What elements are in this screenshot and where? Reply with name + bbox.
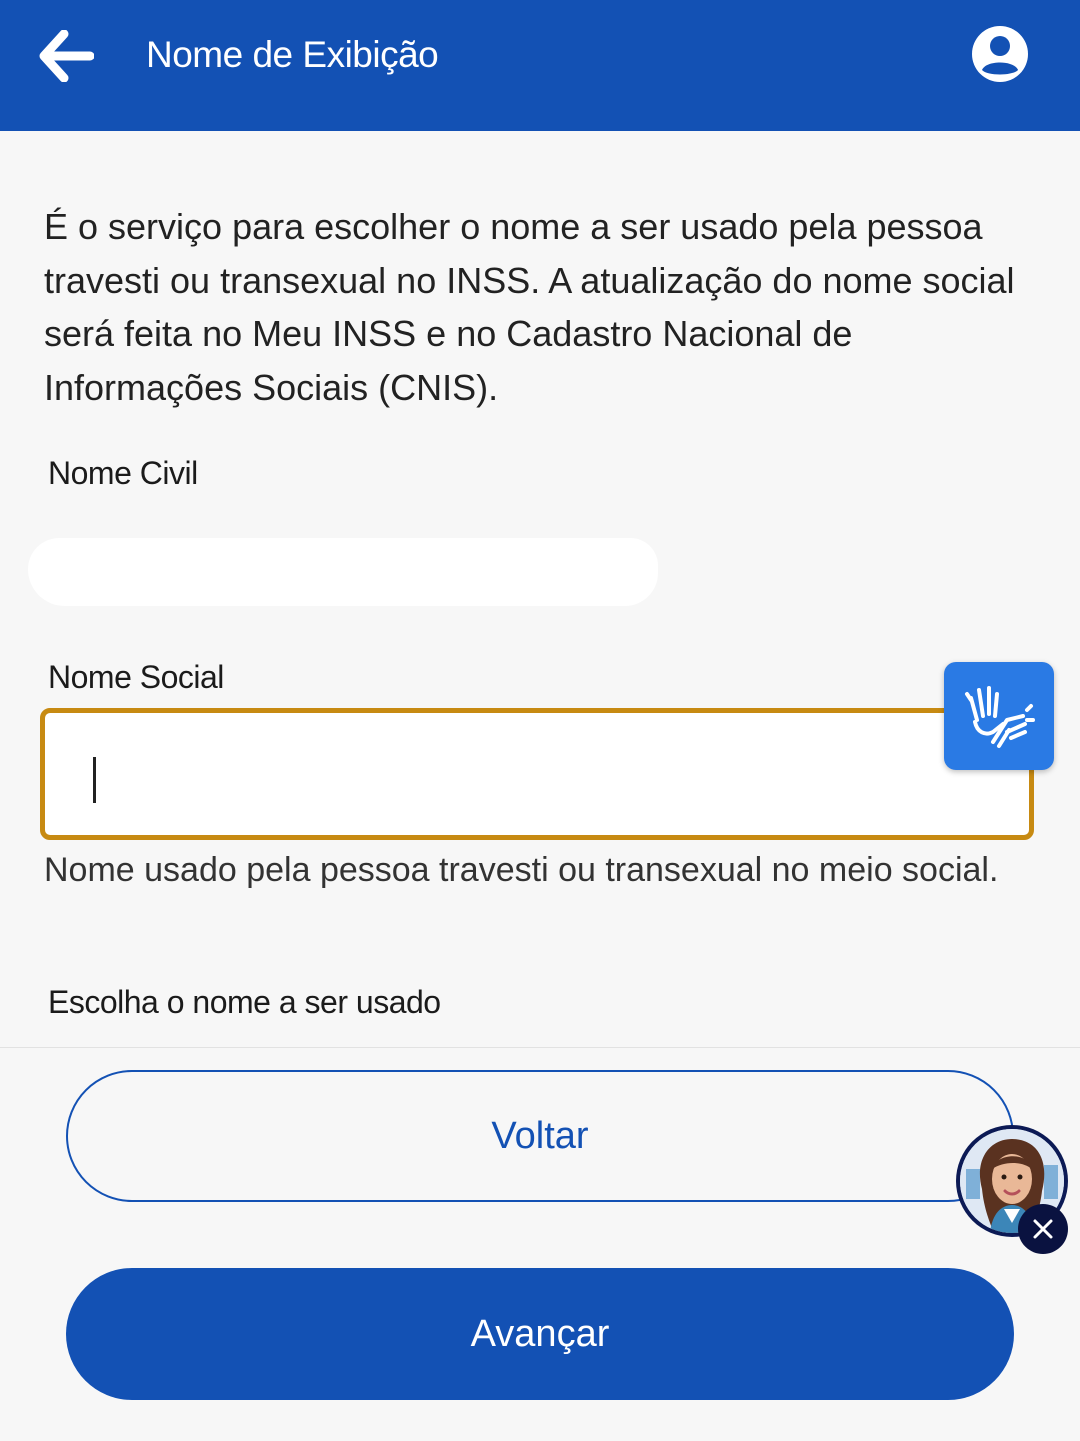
sign-language-hands-icon <box>965 686 1035 748</box>
page-title: Nome de Exibição <box>146 34 439 75</box>
service-description: É o serviço para escolher o nome a ser u… <box>44 206 1015 408</box>
app-screen: Nome de Exibição É o serviço para escolh… <box>0 0 1080 1441</box>
social-name-helper-text: Nome usado pela pessoa travesti ou trans… <box>44 851 999 889</box>
back-button[interactable] <box>30 20 102 92</box>
social-name-label: Nome Social <box>48 659 224 695</box>
assistant-close-button[interactable] <box>1018 1204 1068 1254</box>
libras-accessibility-button[interactable] <box>944 662 1054 770</box>
back-action-button[interactable]: Voltar <box>66 1070 1014 1202</box>
next-action-button[interactable]: Avançar <box>66 1268 1014 1400</box>
social-name-input[interactable] <box>40 708 1034 840</box>
civil-name-label: Nome Civil <box>48 455 198 491</box>
choose-name-label: Escolha o nome a ser usado <box>48 984 441 1020</box>
account-button[interactable] <box>970 24 1030 84</box>
close-icon <box>1033 1219 1053 1239</box>
app-header: Nome de Exibição <box>0 0 1080 131</box>
text-caret <box>93 757 96 803</box>
user-circle-icon <box>972 26 1028 82</box>
arrow-left-icon <box>39 30 94 82</box>
civil-name-value-redacted <box>28 538 658 606</box>
